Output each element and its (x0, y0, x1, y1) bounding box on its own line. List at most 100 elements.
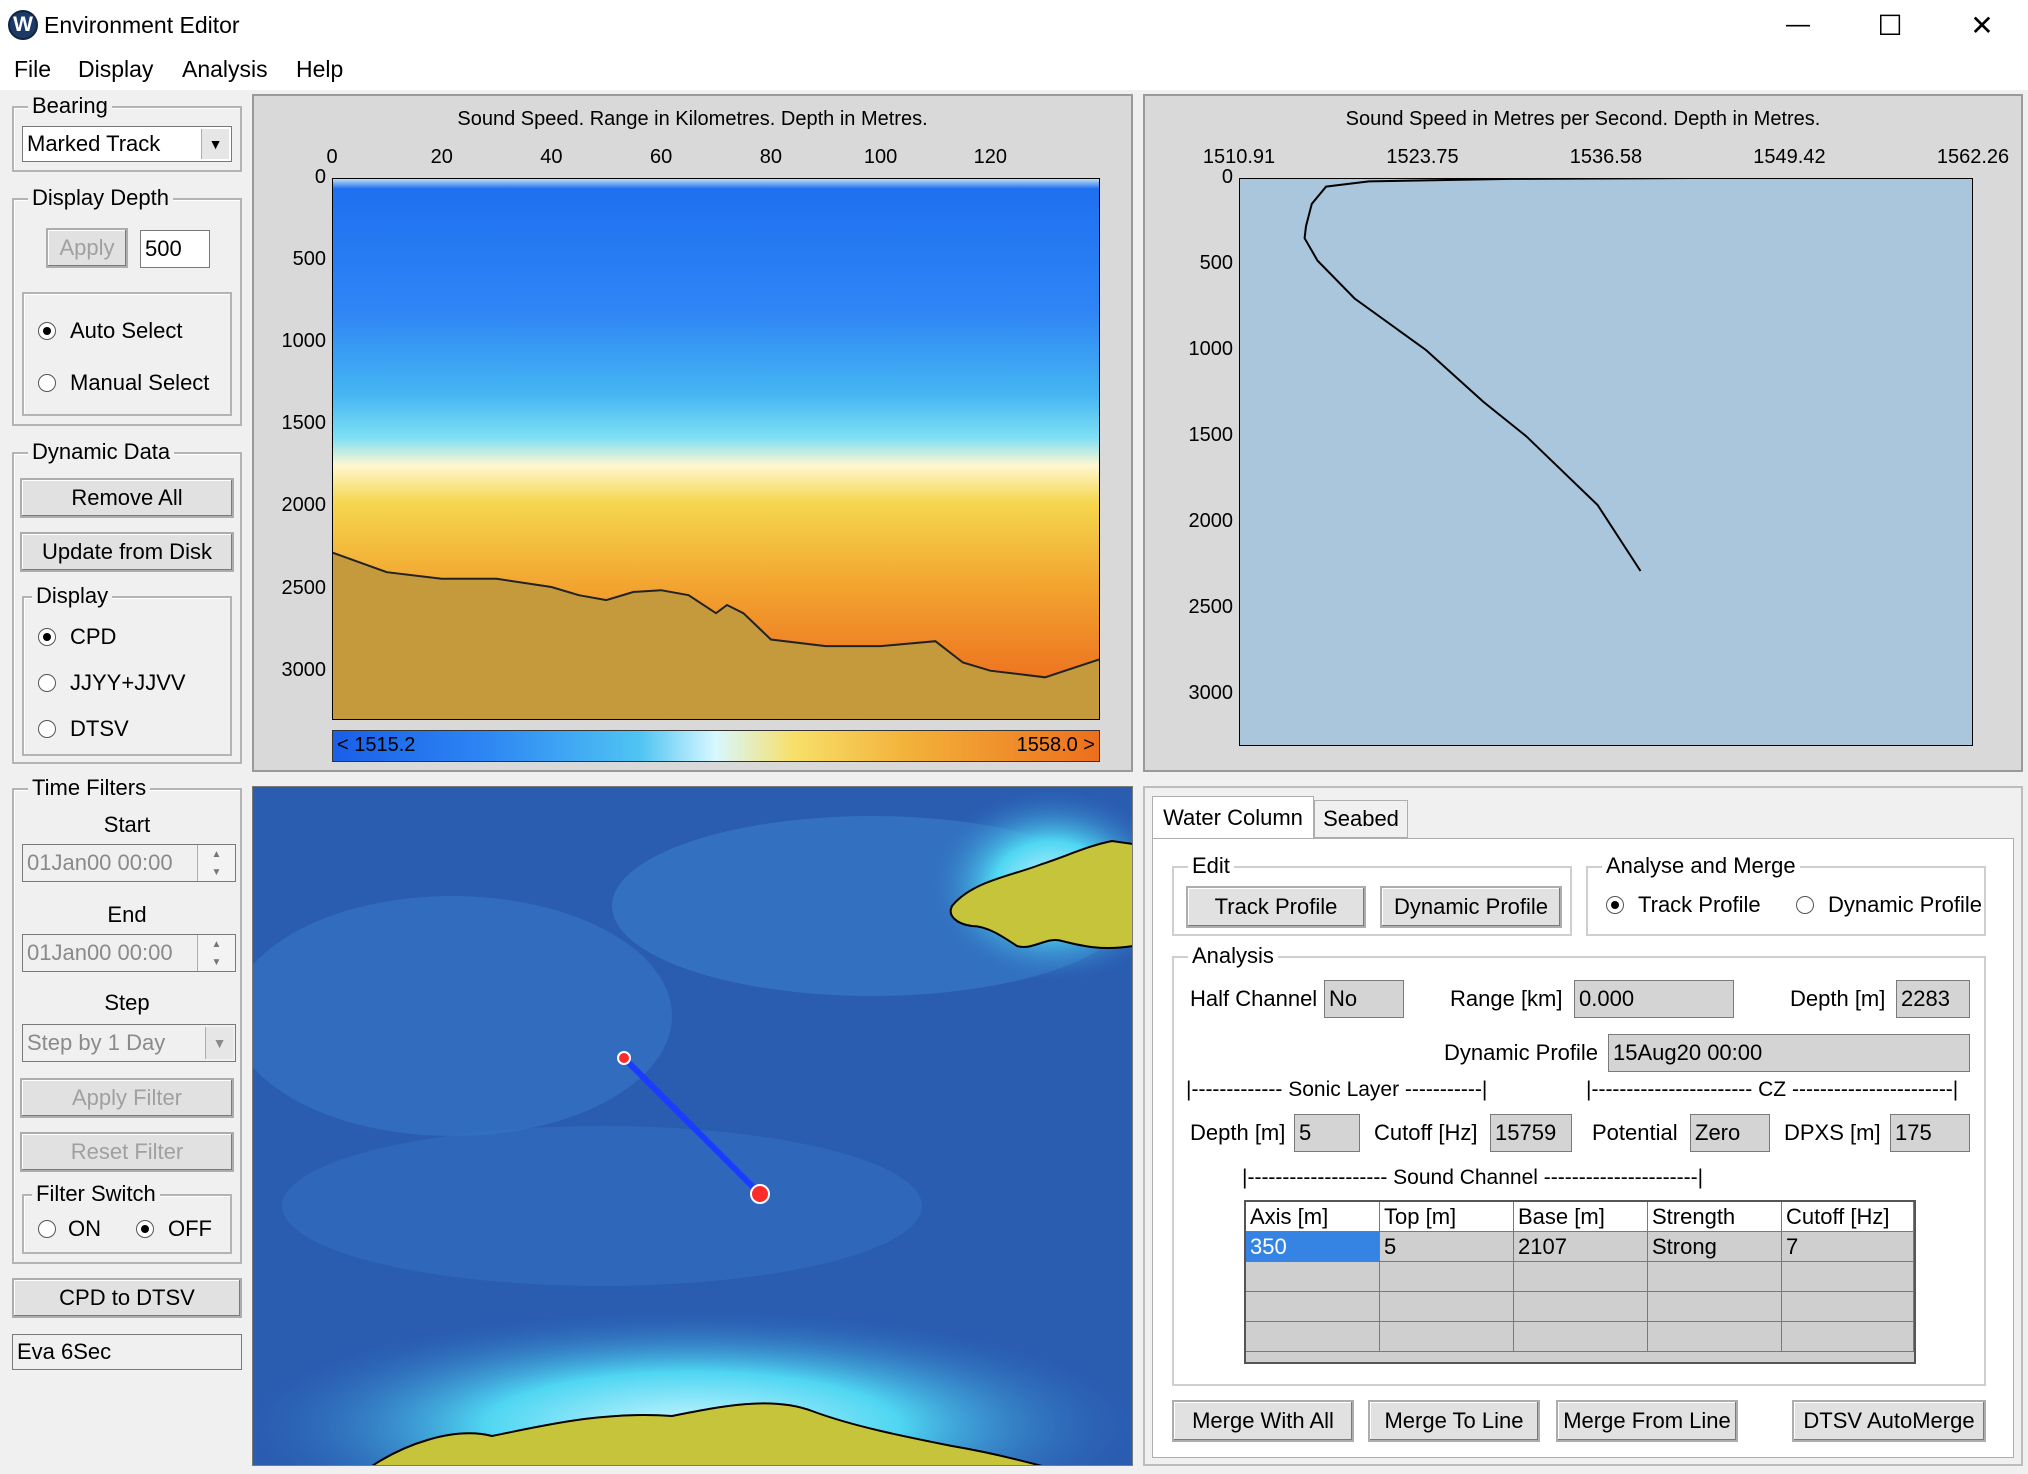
cpd-to-dtsv-button[interactable]: CPD to DTSV (12, 1278, 242, 1318)
table-cell[interactable] (1782, 1262, 1914, 1292)
spin-up-icon[interactable]: ▲ (197, 845, 235, 863)
tab-water-column[interactable]: Water Column (1152, 796, 1314, 838)
table-cell[interactable] (1246, 1322, 1380, 1352)
spin-down-icon[interactable]: ▼ (197, 863, 235, 881)
menu-bar: File Display Analysis Help (0, 50, 2028, 90)
depth-field: 2283 (1896, 980, 1970, 1018)
edit-track-profile-button[interactable]: Track Profile (1186, 886, 1366, 928)
table-header-cell[interactable]: Cutoff [Hz] (1782, 1202, 1914, 1232)
edit-legend: Edit (1188, 853, 1234, 879)
analyse-dynamic-radio[interactable] (1796, 896, 1814, 914)
table-cell[interactable] (1514, 1262, 1648, 1292)
display-legend: Display (32, 583, 113, 609)
track-start-marker[interactable] (617, 1051, 631, 1065)
profile-x-tick-label: 1510.91 (1202, 146, 1276, 168)
auto-select-label: Auto Select (70, 318, 183, 343)
table-cell[interactable] (1246, 1262, 1380, 1292)
bearing-value: Marked Track (27, 131, 161, 156)
update-from-disk-button[interactable]: Update from Disk (20, 532, 234, 572)
tab-seabed[interactable]: Seabed (1314, 800, 1408, 838)
map-view[interactable] (252, 786, 1133, 1466)
cutoff-label: Cutoff [Hz] (1374, 1120, 1478, 1145)
remove-all-button[interactable]: Remove All (20, 478, 234, 518)
filter-on-label: ON (68, 1216, 101, 1241)
profile-x-tick-label: 1562.26 (1936, 146, 2010, 168)
step-select[interactable]: Step by 1 Day ▼ (22, 1024, 236, 1062)
depth-input[interactable]: 500 (140, 230, 210, 268)
profile-plot-area[interactable] (1239, 178, 1973, 746)
table-header-cell[interactable]: Base [m] (1514, 1202, 1648, 1232)
track-end-marker[interactable] (750, 1184, 770, 1204)
manual-select-radio[interactable] (38, 374, 56, 392)
menu-analysis[interactable]: Analysis (182, 56, 268, 83)
analyse-track-radio[interactable] (1606, 896, 1624, 914)
dynamic-profile-label: Dynamic Profile (1444, 1040, 1599, 1065)
close-button[interactable]: ✕ (1936, 0, 2028, 50)
section-x-tick-label: 0 (326, 146, 338, 168)
table-cell[interactable] (1380, 1262, 1514, 1292)
analyse-merge-group: Analyse and Merge Track Profile Dynamic … (1586, 853, 1986, 936)
half-channel-field: No (1324, 980, 1404, 1018)
section-y-tick-label: 1500 (281, 412, 327, 435)
apply-depth-button[interactable]: Apply (46, 228, 128, 268)
table-header-cell[interactable]: Axis [m] (1246, 1202, 1380, 1232)
table-cell[interactable] (1246, 1292, 1380, 1322)
section-plot-area[interactable] (332, 178, 1100, 720)
menu-help[interactable]: Help (296, 56, 343, 83)
table-header-cell[interactable]: Top [m] (1380, 1202, 1514, 1232)
table-cell[interactable] (1782, 1322, 1914, 1352)
potential-field: Zero (1690, 1114, 1770, 1152)
table-cell[interactable]: 5 (1380, 1232, 1514, 1262)
maximize-button[interactable]: ☐ (1844, 0, 1936, 50)
spin-down-icon[interactable]: ▼ (197, 953, 235, 971)
display-depth-group: Display Depth Apply 500 Auto Select Manu… (12, 185, 242, 426)
end-date-input[interactable]: 01Jan00 00:00 ▲ ▼ (22, 934, 236, 972)
menu-display[interactable]: Display (78, 56, 153, 83)
dtsv-radio[interactable] (38, 720, 56, 738)
section-y-tick-label: 3000 (281, 658, 327, 681)
step-label: Step (104, 990, 150, 1015)
merge-to-line-button[interactable]: Merge To Line (1368, 1400, 1540, 1442)
menu-file[interactable]: File (14, 56, 51, 83)
table-cell[interactable] (1514, 1322, 1648, 1352)
dynamic-data-group: Dynamic Data Remove All Update from Disk… (12, 439, 242, 764)
apply-filter-button[interactable]: Apply Filter (20, 1078, 234, 1118)
table-cell[interactable]: 2107 (1514, 1232, 1648, 1262)
display-group: Display CPD JJYY+JJVV DTSV (22, 583, 232, 756)
filter-on-radio[interactable] (38, 1220, 56, 1238)
table-cell[interactable]: 7 (1782, 1232, 1914, 1262)
jjyy-radio[interactable] (38, 674, 56, 692)
profile-x-tick-label: 1549.42 (1753, 146, 1826, 168)
table-cell[interactable] (1648, 1322, 1782, 1352)
table-cell[interactable] (1648, 1262, 1782, 1292)
profile-x-tick-label: 1523.75 (1386, 146, 1459, 168)
bearing-select[interactable]: Marked Track ▼ (22, 126, 232, 162)
table-cell[interactable] (1782, 1292, 1914, 1322)
table-cell[interactable]: 350 (1246, 1232, 1380, 1262)
time-filters-legend: Time Filters (28, 775, 151, 801)
cpd-radio[interactable] (38, 628, 56, 646)
filter-off-radio[interactable] (136, 1220, 154, 1238)
reset-filter-button[interactable]: Reset Filter (20, 1132, 234, 1172)
start-date-input[interactable]: 01Jan00 00:00 ▲ ▼ (22, 844, 236, 882)
sound-channel-table[interactable]: Axis [m] Top [m] Base [m] Strength Cutoff [H… (1244, 1200, 1916, 1364)
table-header-cell[interactable]: Strength (1648, 1202, 1782, 1232)
profile-plot-title: Sound Speed in Metres per Second. Depth … (1345, 108, 1821, 130)
auto-select-radio[interactable] (38, 322, 56, 340)
dtsv-automerge-button[interactable]: DTSV AutoMerge (1792, 1400, 1986, 1442)
merge-from-line-button[interactable]: Merge From Line (1556, 1400, 1738, 1442)
time-filters-group: Time Filters Start 01Jan00 00:00 ▲ ▼ End… (12, 775, 242, 1264)
app-logo-icon: W (8, 10, 38, 40)
profile-y-tick-label: 2000 (1188, 510, 1234, 533)
table-cell[interactable] (1380, 1292, 1514, 1322)
edit-dynamic-profile-button[interactable]: Dynamic Profile (1380, 886, 1562, 928)
half-channel-label: Half Channel (1190, 986, 1318, 1011)
spin-up-icon[interactable]: ▲ (197, 935, 235, 953)
table-cell[interactable] (1514, 1292, 1648, 1322)
minimize-button[interactable]: — (1752, 0, 1844, 50)
table-cell[interactable]: Strong (1648, 1232, 1782, 1262)
table-cell[interactable] (1648, 1292, 1782, 1322)
merge-with-all-button[interactable]: Merge With All (1172, 1400, 1354, 1442)
table-cell[interactable] (1380, 1322, 1514, 1352)
bathymetry-shade (282, 1126, 922, 1286)
